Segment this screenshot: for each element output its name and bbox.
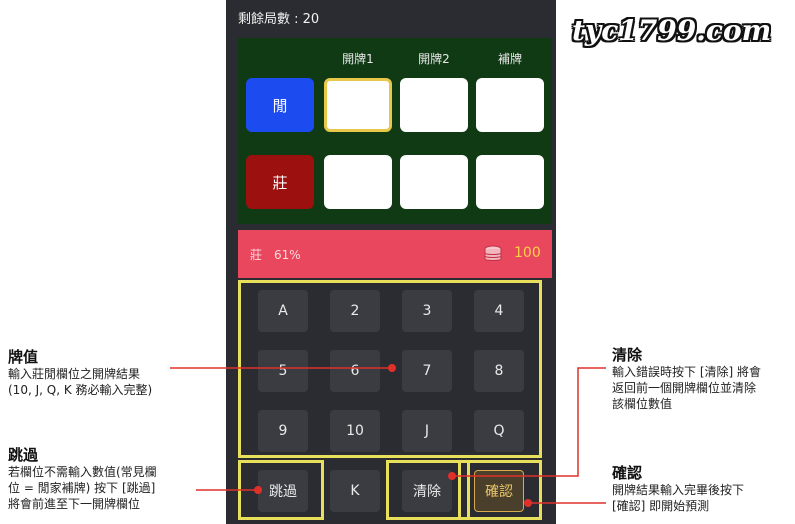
- watermark-logo: tyc1799.com: [572, 14, 772, 47]
- card-value-title: 牌值: [8, 348, 39, 366]
- callout-lines: [170, 364, 606, 507]
- confirm-dot: [524, 499, 532, 507]
- skip-dot: [254, 486, 262, 494]
- confirm-title: 確認: [612, 464, 643, 482]
- clear-dot: [448, 472, 456, 480]
- card-value-desc: 輸入莊閒欄位之開牌結果 (10, J, Q, K 務必輸入完整): [8, 367, 153, 397]
- clear-line: [452, 367, 606, 477]
- clear-desc: 輸入錯誤時按下 [清除] 將會 返回前一個開牌欄位並清除 該欄位數值: [612, 365, 761, 411]
- skip-desc: 若欄位不需輸入數值(常見欄 位 = 閒家補牌) 按下 [跳過] 將會前進至下一開…: [8, 465, 157, 511]
- clear-title: 清除: [612, 346, 643, 364]
- skip-title: 跳過: [8, 446, 39, 464]
- card-value-dot: [388, 364, 396, 372]
- confirm-desc: 開牌結果輸入完畢後按下 [確認] 即開始預測: [612, 483, 745, 513]
